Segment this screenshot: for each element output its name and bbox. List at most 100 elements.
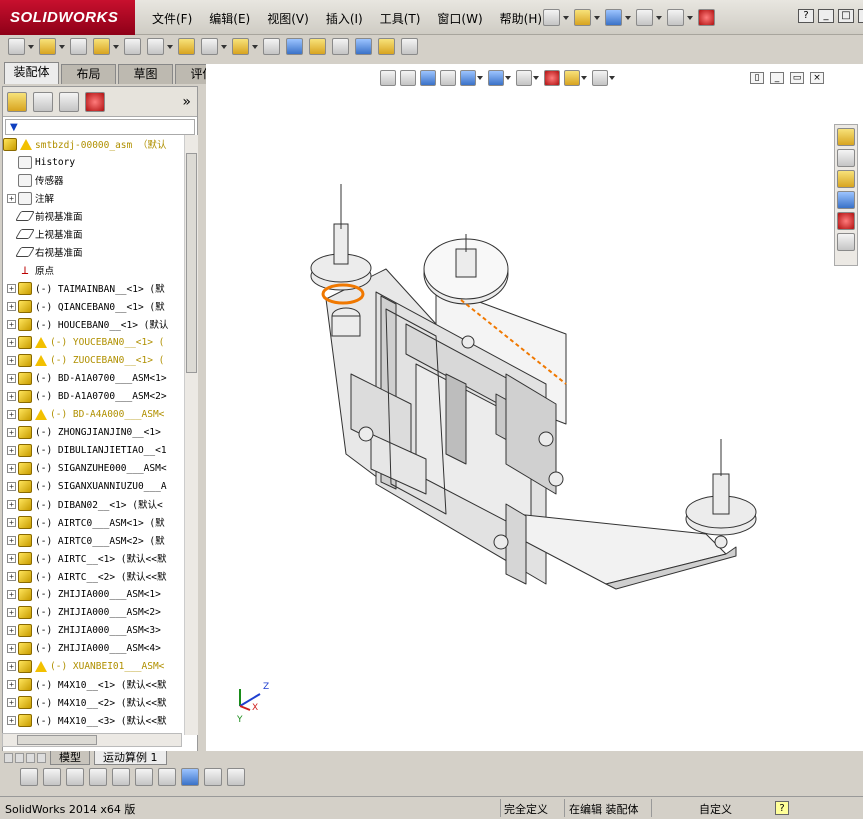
- edit-appearance-icon[interactable]: [544, 70, 560, 86]
- smart-fasteners-icon[interactable]: [93, 38, 110, 55]
- view-palette-icon[interactable]: [837, 191, 855, 209]
- expand-icon[interactable]: +: [7, 283, 16, 293]
- tree-root[interactable]: smtbzdj-00000_asm （默认: [3, 135, 183, 153]
- design-library-icon[interactable]: [837, 149, 855, 167]
- tab-motion-study[interactable]: 运动算例 1: [94, 751, 167, 765]
- minimize-button[interactable]: _: [818, 9, 834, 23]
- tree-item[interactable]: + (-) ZHIJIA000___ASM<2>: [3, 603, 183, 621]
- zoom-to-area-icon[interactable]: [400, 70, 416, 86]
- interference-detection-icon[interactable]: [332, 38, 349, 55]
- tree-vertical-scrollbar[interactable]: [184, 135, 198, 735]
- expand-icon[interactable]: +: [7, 427, 16, 437]
- tree-horizontal-scrollbar[interactable]: [2, 733, 182, 747]
- expand-icon[interactable]: +: [7, 535, 16, 545]
- single-view-icon[interactable]: [204, 768, 222, 786]
- scrollbar-thumb[interactable]: [186, 153, 197, 373]
- status-units[interactable]: 自定义: [699, 801, 732, 817]
- table-icon[interactable]: [112, 768, 130, 786]
- menu-help[interactable]: 帮助(H): [500, 10, 542, 27]
- tree-item[interactable]: + (-) M4X10__<3> (默认<<默: [3, 711, 183, 729]
- expand-icon[interactable]: +: [7, 355, 16, 365]
- tree-item[interactable]: + (-) AIRTC0___ASM<2> (默: [3, 531, 183, 549]
- wireframe-icon[interactable]: [66, 768, 84, 786]
- menu-window[interactable]: 窗口(W): [437, 10, 482, 27]
- expand-icon[interactable]: +: [7, 571, 16, 581]
- tab-layout[interactable]: 布局: [61, 64, 116, 84]
- expand-icon[interactable]: +: [7, 337, 16, 347]
- scrollbar-thumb[interactable]: [17, 735, 97, 745]
- tree-item[interactable]: + (-) ZHIJIA000___ASM<1>: [3, 585, 183, 603]
- expand-icon[interactable]: +: [7, 715, 16, 725]
- tab-scroll-first-icon[interactable]: [4, 753, 13, 763]
- expand-icon[interactable]: +: [7, 409, 16, 419]
- tree-item[interactable]: + (-) ZHIJIA000___ASM<3>: [3, 621, 183, 639]
- open-folder-icon[interactable]: [574, 9, 591, 26]
- close-button[interactable]: ×: [858, 9, 863, 23]
- tab-scroll-next-icon[interactable]: [26, 753, 35, 763]
- expand-icon[interactable]: +: [7, 391, 16, 401]
- display-manager-tab-icon[interactable]: [85, 91, 105, 112]
- configuration-manager-tab-icon[interactable]: [59, 91, 79, 112]
- hole-alignment-icon[interactable]: [378, 38, 395, 55]
- tree-item[interactable]: 传感器: [3, 171, 183, 189]
- property-manager-tab-icon[interactable]: [33, 91, 53, 112]
- exploded-view-icon[interactable]: [286, 38, 303, 55]
- expand-icon[interactable]: +: [7, 445, 16, 455]
- new-document-icon[interactable]: [543, 9, 560, 26]
- menu-file[interactable]: 文件(F): [152, 10, 192, 27]
- feature-manager-tab-icon[interactable]: [7, 91, 27, 112]
- tree-item[interactable]: + (-) HOUCEBAN0__<1> (默认: [3, 315, 183, 333]
- expand-icon[interactable]: +: [7, 517, 16, 527]
- tree-item[interactable]: + (-) DIBAN02__<1> (默认<: [3, 495, 183, 513]
- tree-item[interactable]: + (-) XUANBEI01___ASM<: [3, 657, 183, 675]
- tree-item[interactable]: + (-) M4X10__<2> (默认<<默: [3, 693, 183, 711]
- tab-scroll-last-icon[interactable]: [37, 753, 46, 763]
- show-hidden-icon[interactable]: [147, 38, 164, 55]
- tree-item[interactable]: + (-) DIBULIANJIETIAO__<1: [3, 441, 183, 459]
- shaded-icon[interactable]: [20, 768, 38, 786]
- tree-item[interactable]: + (-) ZHIJIA000___ASM<4>: [3, 639, 183, 657]
- display-style-icon[interactable]: [488, 70, 504, 86]
- expand-icon[interactable]: +: [7, 607, 16, 617]
- tree-item[interactable]: + (-) M4X10__<1> (默认<<默: [3, 675, 183, 693]
- apply-scene-icon[interactable]: [564, 70, 580, 86]
- tree-item[interactable]: + (-) SIGANZUHE000___ASM<: [3, 459, 183, 477]
- close-window-icon[interactable]: ×: [810, 72, 824, 84]
- clearance-verification-icon[interactable]: [355, 38, 372, 55]
- tree-item[interactable]: + 注解: [3, 189, 183, 207]
- tree-item[interactable]: + (-) ZHONGJIANJIN0__<1>: [3, 423, 183, 441]
- file-explorer-icon[interactable]: [837, 170, 855, 188]
- tab-sketch[interactable]: 草图: [118, 64, 173, 84]
- tree-item[interactable]: 右视基准面: [3, 243, 183, 261]
- expand-icon[interactable]: +: [7, 193, 16, 203]
- expand-icon[interactable]: +: [7, 301, 16, 311]
- minimize-window-icon[interactable]: _: [770, 72, 784, 84]
- undo-icon[interactable]: [667, 9, 684, 26]
- home-icon[interactable]: [837, 128, 855, 146]
- explode-line-sketch-icon[interactable]: [309, 38, 326, 55]
- tree-item[interactable]: + (-) AIRTC0___ASM<1> (默: [3, 513, 183, 531]
- tree-filter[interactable]: ▼: [5, 119, 195, 135]
- custom-properties-icon[interactable]: [837, 233, 855, 251]
- tree-item[interactable]: 上视基准面: [3, 225, 183, 243]
- expand-icon[interactable]: +: [7, 661, 16, 671]
- two-view-icon[interactable]: [227, 768, 245, 786]
- sort-icon[interactable]: [135, 768, 153, 786]
- 3d-view-icon[interactable]: [181, 768, 199, 786]
- tree-item[interactable]: + (-) BD-A1A0700___ASM<1>: [3, 369, 183, 387]
- tree-item[interactable]: ⊥ 原点: [3, 261, 183, 279]
- tab-model[interactable]: 模型: [50, 751, 90, 765]
- tab-scroll-prev-icon[interactable]: [15, 753, 24, 763]
- assembly-features-icon[interactable]: [178, 38, 195, 55]
- insert-component-icon[interactable]: [8, 38, 25, 55]
- tree-item[interactable]: + (-) SIGANXUANNIUZU0___A: [3, 477, 183, 495]
- zoom-to-fit-icon[interactable]: [380, 70, 396, 86]
- menu-tools[interactable]: 工具(T): [380, 10, 421, 27]
- expand-icon[interactable]: +: [7, 553, 16, 563]
- appearances-icon[interactable]: [837, 212, 855, 230]
- menu-insert[interactable]: 插入(I): [326, 10, 363, 27]
- hidden-lines-icon[interactable]: [43, 768, 61, 786]
- panel-splitter[interactable]: [198, 86, 206, 753]
- tile-window-icon[interactable]: ▯: [750, 72, 764, 84]
- previous-view-icon[interactable]: [420, 70, 436, 86]
